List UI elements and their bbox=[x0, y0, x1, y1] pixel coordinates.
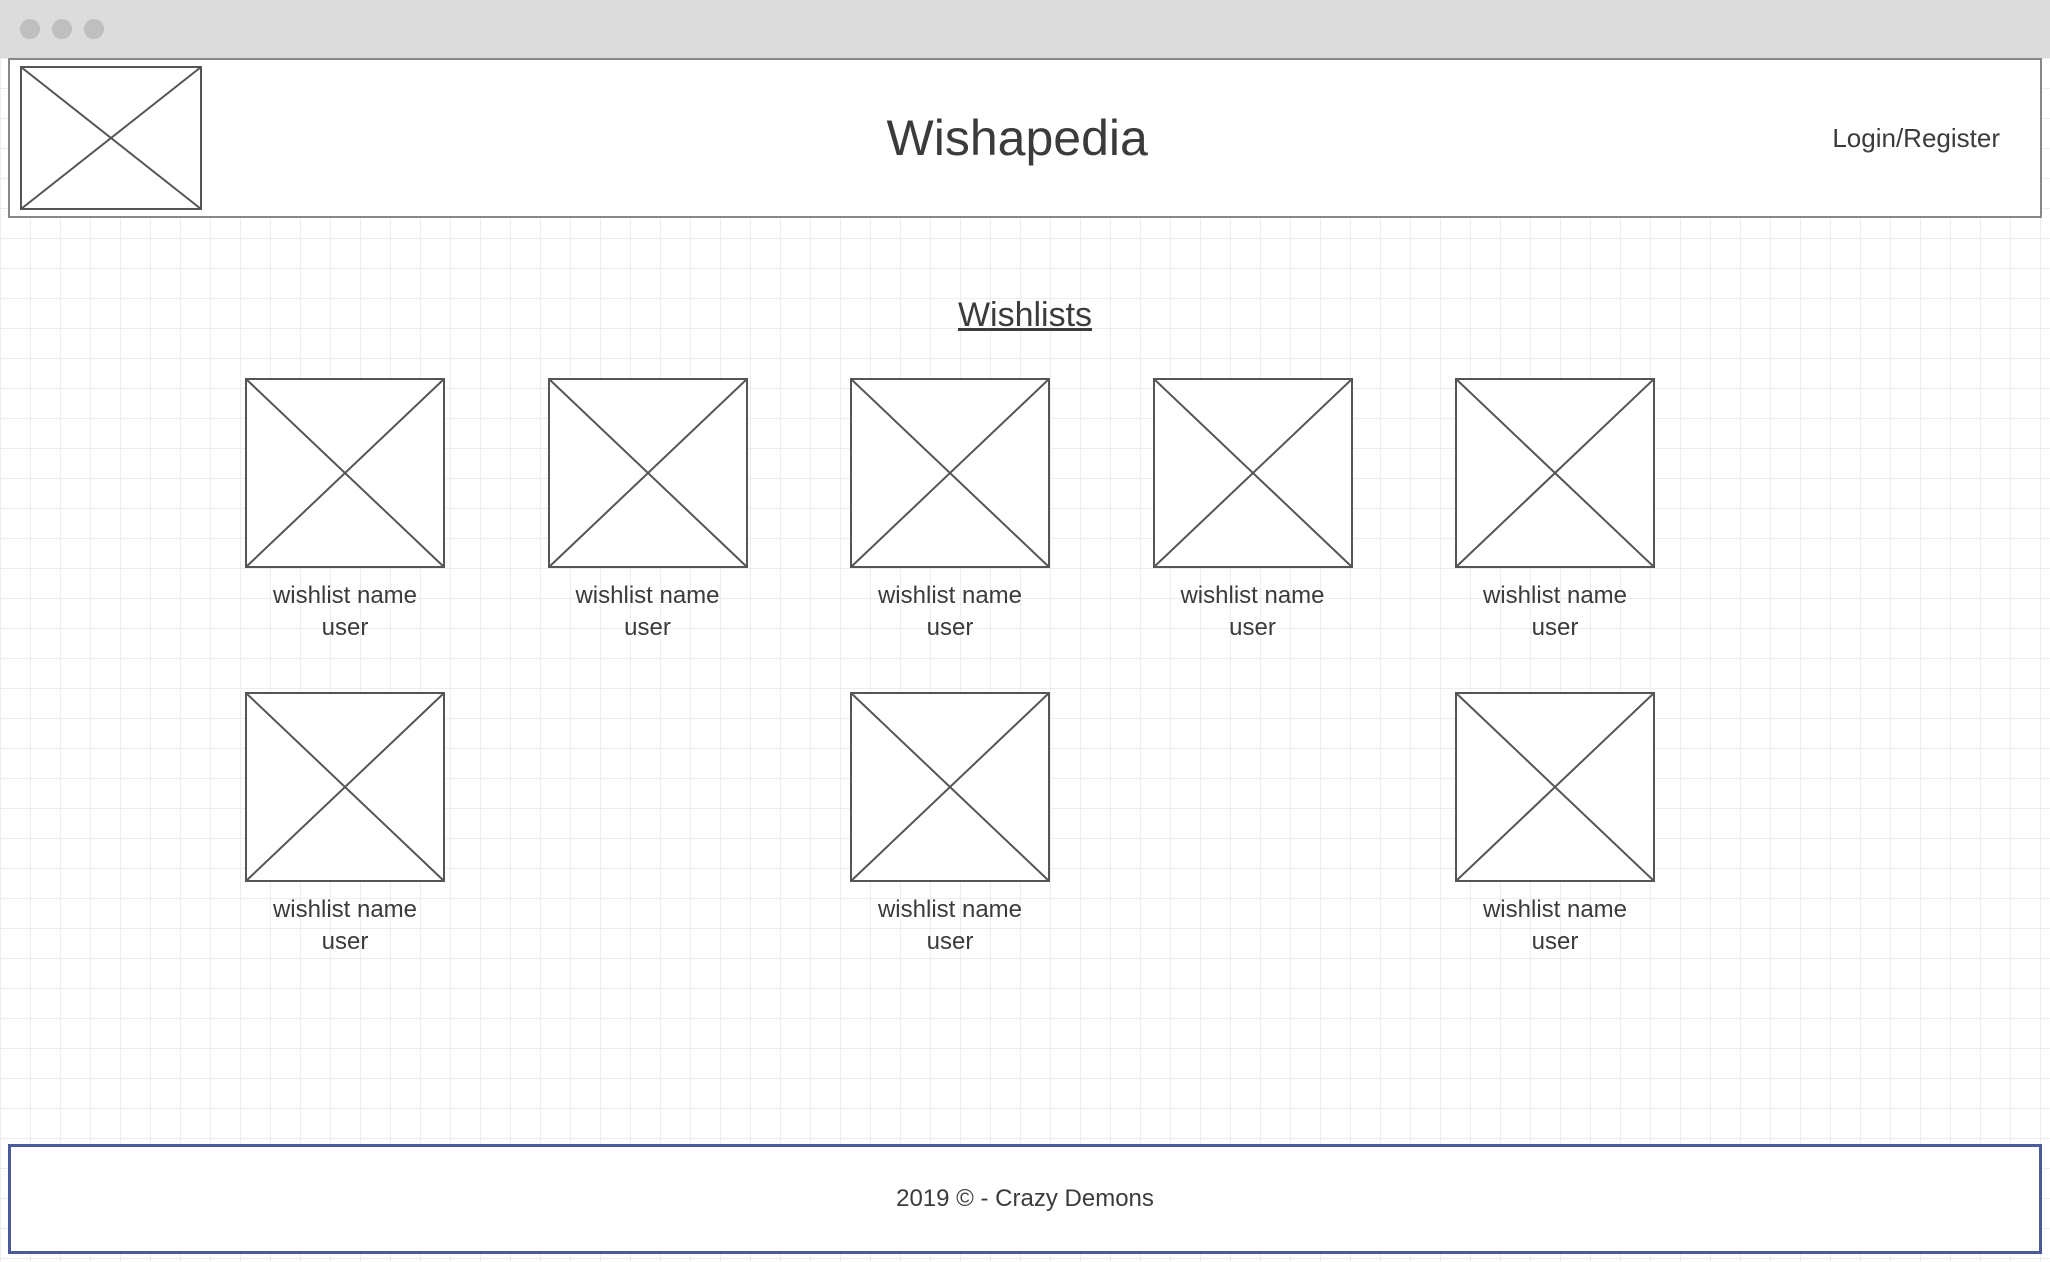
wishlist-name: wishlist name bbox=[273, 896, 417, 924]
wishlist-name: wishlist name bbox=[575, 582, 719, 610]
wishlist-user: user bbox=[927, 928, 974, 956]
wishlist-thumbnail-placeholder-icon bbox=[1455, 692, 1655, 882]
wishlist-card[interactable]: wishlist name user bbox=[1123, 378, 1383, 642]
wishlist-user: user bbox=[322, 614, 369, 642]
wishlist-thumbnail-placeholder-icon bbox=[850, 692, 1050, 882]
wishlist-thumbnail-placeholder-icon bbox=[245, 378, 445, 568]
wishlist-user: user bbox=[624, 614, 671, 642]
site-footer: 2019 © - Crazy Demons bbox=[8, 1144, 2042, 1254]
wishlist-card[interactable]: wishlist name user bbox=[820, 378, 1080, 642]
wishlist-thumbnail-placeholder-icon bbox=[850, 378, 1050, 568]
wishlist-name: wishlist name bbox=[273, 582, 417, 610]
wishlist-card[interactable]: wishlist name user bbox=[215, 692, 475, 956]
wishlist-name: wishlist name bbox=[878, 582, 1022, 610]
wishlist-name: wishlist name bbox=[878, 896, 1022, 924]
wishlist-card[interactable]: wishlist name user bbox=[1425, 378, 1685, 642]
wishlist-user: user bbox=[1532, 614, 1579, 642]
wishlist-thumbnail-placeholder-icon bbox=[1455, 378, 1655, 568]
logo-placeholder-icon bbox=[20, 66, 202, 210]
wishlist-user: user bbox=[322, 928, 369, 956]
wishlist-grid: wishlist nameuserwishlist nameuserwishli… bbox=[215, 378, 1685, 1006]
wishlist-thumbnail-placeholder-icon bbox=[1153, 378, 1353, 568]
wishlist-card[interactable]: wishlist name user bbox=[1425, 692, 1685, 956]
site-title: Wishapedia bbox=[202, 109, 1832, 167]
workspace: Wishapedia Login/Register Wishlists wish… bbox=[0, 58, 2050, 1262]
window-dot bbox=[84, 19, 104, 39]
wishlist-user: user bbox=[1532, 928, 1579, 956]
wishlist-card[interactable]: wishlist name user bbox=[820, 692, 1080, 956]
wishlist-card[interactable]: wishlist name user bbox=[215, 378, 475, 642]
wishlist-card[interactable]: wishlist name user bbox=[518, 378, 778, 642]
wishlist-user: user bbox=[927, 614, 974, 642]
wishlist-user: user bbox=[1229, 614, 1276, 642]
window-dot bbox=[20, 19, 40, 39]
wishlist-name: wishlist name bbox=[1483, 896, 1627, 924]
section-title-wishlists: Wishlists bbox=[0, 296, 2050, 335]
window-dot bbox=[52, 19, 72, 39]
wishlist-name: wishlist name bbox=[1180, 582, 1324, 610]
wishlist-thumbnail-placeholder-icon bbox=[548, 378, 748, 568]
wishlist-thumbnail-placeholder-icon bbox=[245, 692, 445, 882]
footer-text: 2019 © - Crazy Demons bbox=[896, 1185, 1154, 1213]
window-titlebar bbox=[0, 0, 2050, 58]
site-header: Wishapedia Login/Register bbox=[8, 58, 2042, 218]
wishlist-name: wishlist name bbox=[1483, 582, 1627, 610]
login-register-link[interactable]: Login/Register bbox=[1832, 123, 2040, 154]
